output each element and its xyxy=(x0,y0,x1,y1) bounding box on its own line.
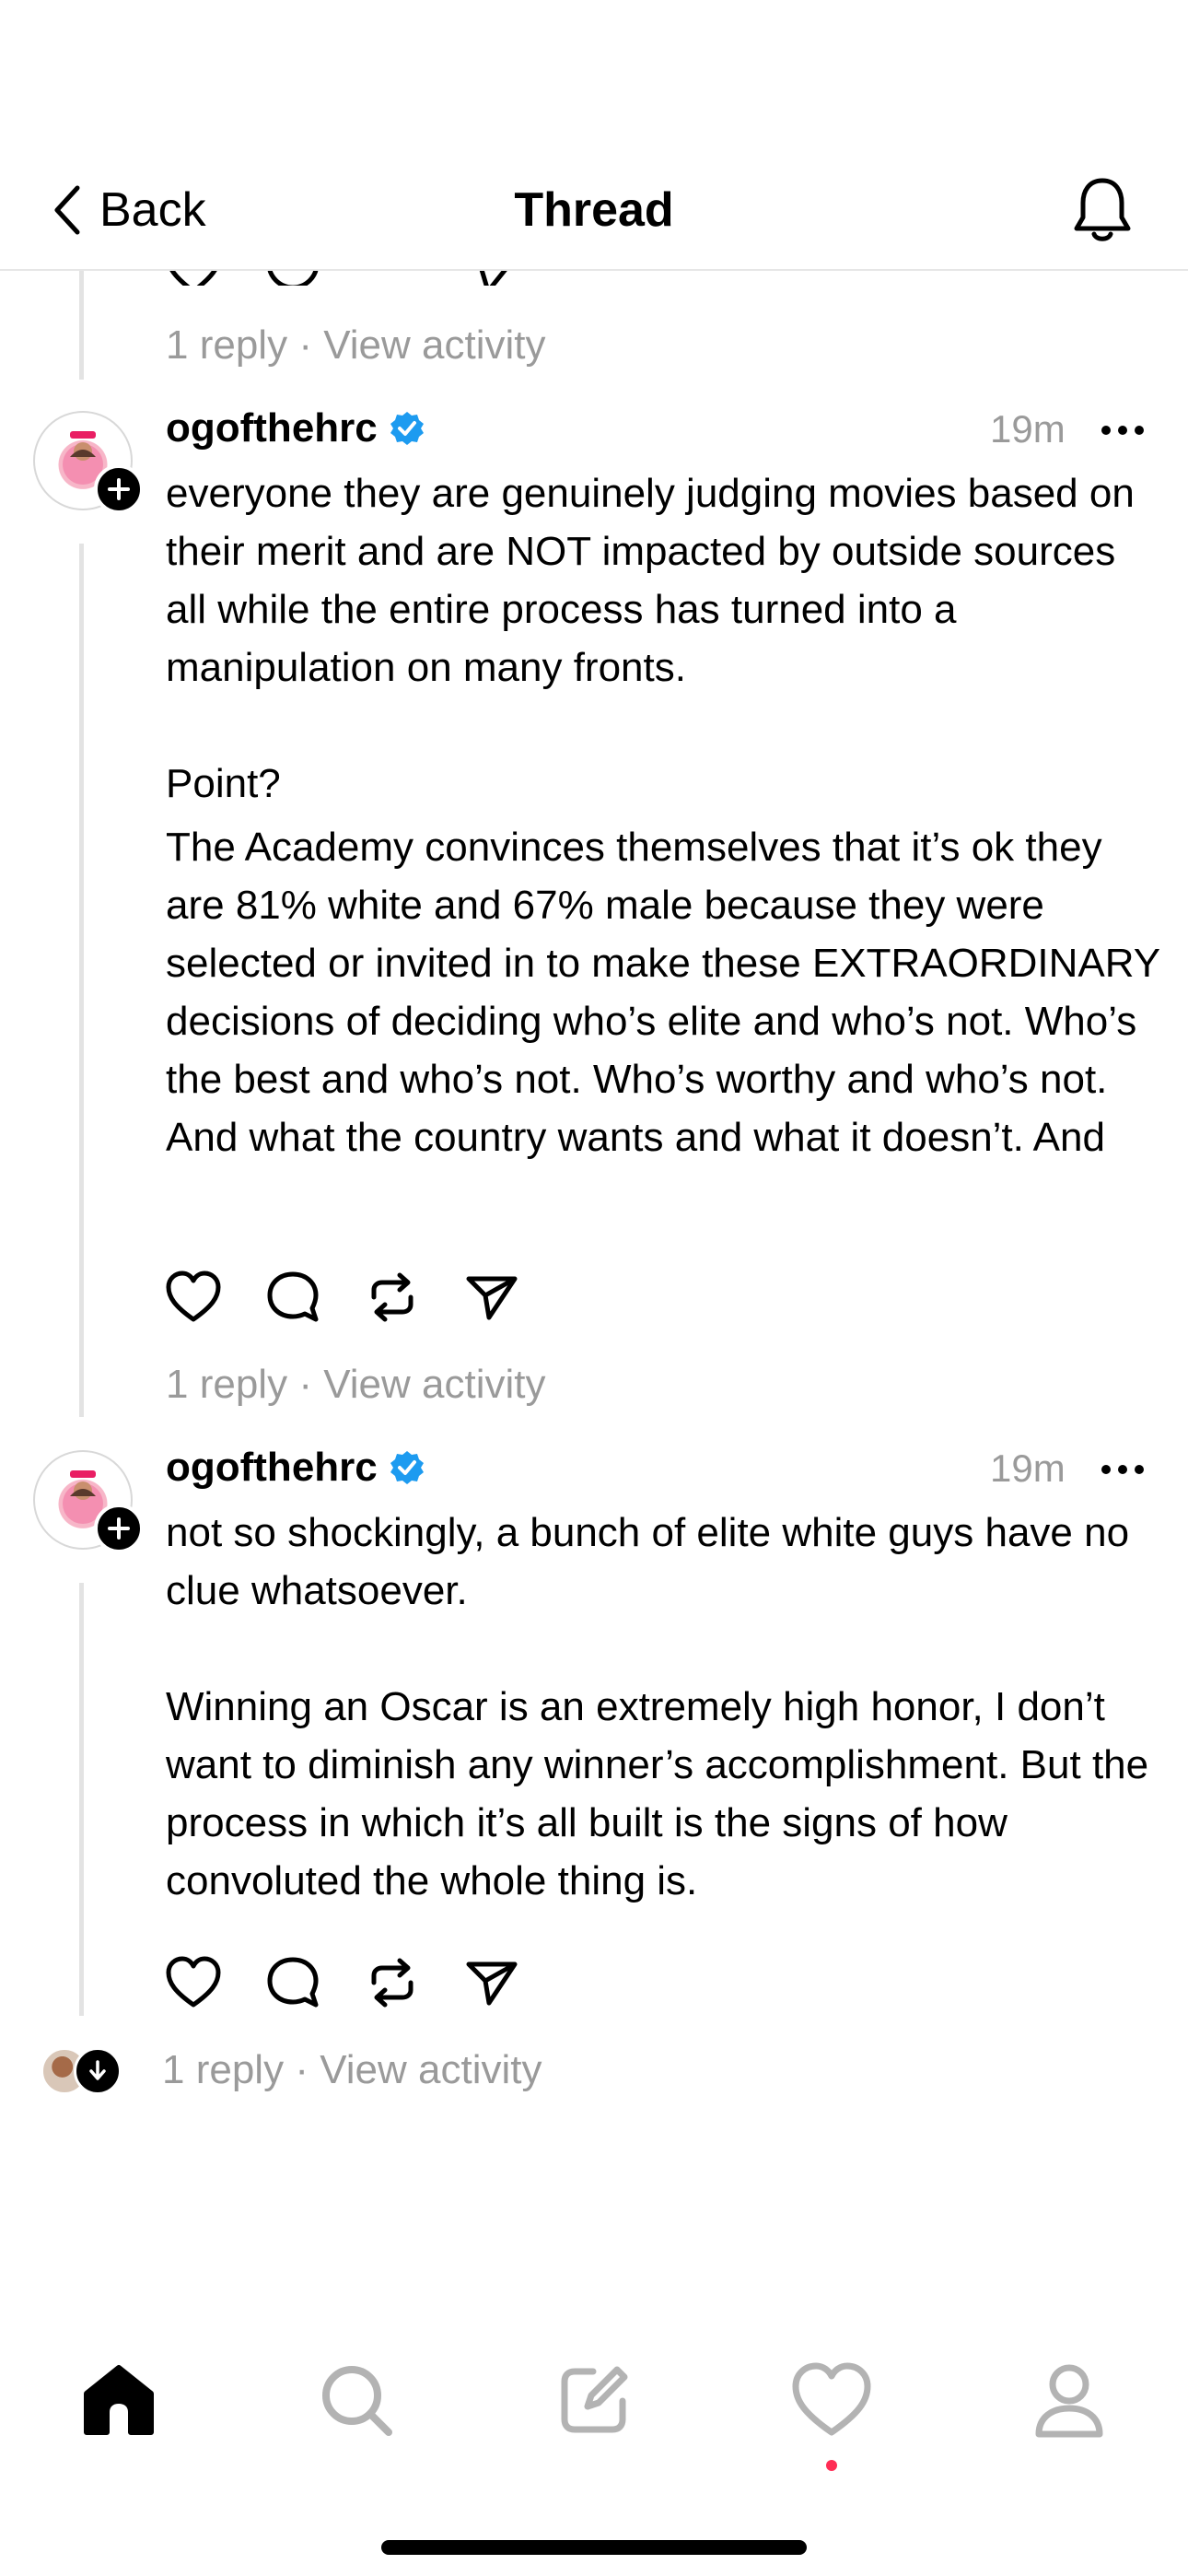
comment-icon[interactable] xyxy=(265,1955,320,2010)
heart-icon[interactable] xyxy=(166,1270,221,1325)
post-body: not so shockingly, a bunch of elite whit… xyxy=(166,1504,1160,1910)
post-paragraph: Point? xyxy=(166,761,281,806)
heart-icon[interactable] xyxy=(166,1955,221,2010)
home-indicator xyxy=(381,2540,807,2555)
repost-icon[interactable] xyxy=(365,1955,420,2010)
bell-icon[interactable] xyxy=(1072,175,1133,245)
thread-line-top xyxy=(79,269,84,380)
more-options-icon[interactable] xyxy=(1101,1463,1146,1476)
previous-actions-icons xyxy=(169,269,509,286)
thread-line-post-2 xyxy=(79,1583,84,2016)
post-paragraph: Winning an Oscar is an extremely high ho… xyxy=(166,1684,1149,1903)
comment-icon[interactable] xyxy=(265,1270,320,1325)
thread-line-post-1 xyxy=(79,544,84,1417)
send-icon[interactable] xyxy=(464,1955,519,2010)
more-options-icon[interactable] xyxy=(1101,424,1146,437)
verified-badge-icon xyxy=(390,412,424,445)
reply-avatars xyxy=(41,2047,123,2095)
page-title: Thread xyxy=(514,183,674,237)
tab-bar xyxy=(0,2359,1188,2478)
reply-arrow-icon xyxy=(74,2047,122,2095)
send-icon[interactable] xyxy=(464,1270,519,1325)
follow-plus-icon[interactable] xyxy=(94,464,144,514)
avatar[interactable] xyxy=(33,1450,144,1553)
view-activity-link[interactable]: View activity xyxy=(323,1362,545,1407)
post-meta: 1 reply · View activity xyxy=(166,1362,546,1407)
post-paragraph: not so shockingly, a bunch of elite whit… xyxy=(166,1510,1130,1613)
view-activity-link[interactable]: View activity xyxy=(320,2047,542,2092)
username[interactable]: ogofthehrc xyxy=(166,405,425,451)
post-paragraph: The Academy convinces themselves that it… xyxy=(166,825,1160,1160)
header: Back Thread xyxy=(0,0,1188,271)
previous-post-actions xyxy=(166,269,534,286)
previous-post-meta: 1 reply · View activity xyxy=(166,322,546,368)
search-icon[interactable] xyxy=(315,2359,398,2441)
avatar[interactable] xyxy=(33,411,144,514)
post-meta: 1 reply · View activity xyxy=(162,2047,542,2092)
post-body: everyone they are genuinely judging movi… xyxy=(166,464,1160,1166)
repost-icon[interactable] xyxy=(365,1270,420,1325)
profile-icon[interactable] xyxy=(1028,2359,1111,2441)
home-icon[interactable] xyxy=(77,2359,160,2441)
post-actions xyxy=(166,1270,519,1329)
post-time: 19m xyxy=(990,407,1066,451)
compose-icon[interactable] xyxy=(553,2359,635,2441)
reply-count: 1 reply xyxy=(166,1362,288,1407)
reply-count: 1 reply xyxy=(166,322,288,368)
verified-badge-icon xyxy=(390,1451,424,1484)
post-time: 19m xyxy=(990,1446,1066,1490)
thread-screen: Back Thread 1 reply · View activity ogof… xyxy=(0,0,1188,2576)
username[interactable]: ogofthehrc xyxy=(166,1445,425,1491)
reply-count: 1 reply xyxy=(162,2047,285,2092)
view-activity-link[interactable]: View activity xyxy=(323,322,545,368)
activity-heart-icon[interactable] xyxy=(790,2359,873,2441)
follow-plus-icon[interactable] xyxy=(94,1504,144,1553)
post-paragraph: everyone they are genuinely judging movi… xyxy=(166,471,1135,690)
post-actions xyxy=(166,1955,519,2014)
notification-dot xyxy=(826,2460,837,2471)
